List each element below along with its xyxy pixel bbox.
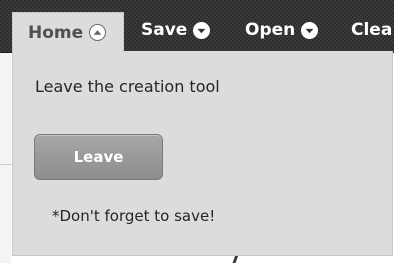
panel-description: Leave the creation tool <box>35 77 220 96</box>
background-divider <box>0 164 12 165</box>
tab-clear-label: Clea <box>351 20 393 40</box>
tab-home[interactable]: Home <box>12 12 124 52</box>
save-reminder-note: *Don't forget to save! <box>52 207 216 225</box>
tab-home-label: Home <box>28 22 84 43</box>
tab-save[interactable]: Save <box>141 12 211 48</box>
tab-clear[interactable]: Clea <box>351 12 392 48</box>
leave-button[interactable]: Leave <box>34 134 163 180</box>
home-dropdown-panel: Leave the creation tool Leave *Don't for… <box>12 51 393 256</box>
chevron-up-icon <box>89 24 107 41</box>
page: Home Save Open Clea Leave the creation t… <box>0 0 394 263</box>
chevron-down-icon <box>193 21 211 39</box>
tab-open[interactable]: Open <box>245 12 319 48</box>
background-mark <box>232 255 239 263</box>
tab-save-label: Save <box>141 20 188 40</box>
chevron-down-icon <box>301 21 319 39</box>
tab-open-label: Open <box>245 20 296 40</box>
